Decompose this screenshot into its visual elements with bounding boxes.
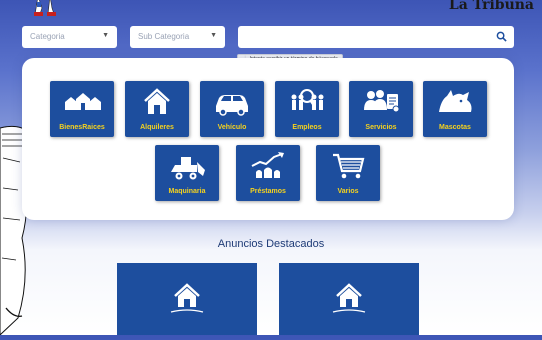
category-label: Servicios <box>365 124 397 131</box>
featured-card[interactable] <box>117 263 257 335</box>
service-people-icon <box>364 90 400 113</box>
category-label: BienesRaices <box>59 124 105 131</box>
money-chart-icon <box>251 152 284 178</box>
featured-heading: Anuncios Destacados <box>217 238 325 250</box>
search-icon[interactable] <box>496 31 507 42</box>
category-label: Alquileres <box>140 124 174 131</box>
featured-card[interactable] <box>279 263 419 335</box>
category-label: Vehículo <box>217 124 247 131</box>
subcategory-select[interactable]: Sub Categoria ▼ <box>130 26 225 48</box>
category-label: Varios <box>337 188 359 195</box>
search-input[interactable] <box>244 27 488 49</box>
search-box <box>238 26 514 49</box>
people-search-icon <box>291 89 324 110</box>
category-tile-vehiculo[interactable]: Vehículo <box>200 81 264 137</box>
house-icon <box>332 283 366 313</box>
car-icon <box>216 95 248 116</box>
category-label: Empleos <box>292 124 322 131</box>
category-tile-mascotas[interactable]: Mascotas <box>423 81 487 137</box>
houses-icon <box>65 93 101 110</box>
category-select[interactable]: Categoria ▼ <box>22 26 117 48</box>
house-icon <box>144 88 170 114</box>
category-tile-maquinaria[interactable]: Maquinaria <box>155 145 219 201</box>
chevron-down-icon: ▼ <box>102 32 109 39</box>
bulldozer-icon <box>171 157 205 180</box>
category-select-value: Categoria <box>30 32 65 41</box>
category-tile-servicios[interactable]: Servicios <box>349 81 413 137</box>
house-icon <box>170 283 204 313</box>
category-tile-varios[interactable]: Varios <box>316 145 380 201</box>
category-tile-alquileres[interactable]: Alquileres <box>125 81 189 137</box>
brand-logo[interactable]: La Tribuna <box>449 0 534 13</box>
subcategory-select-value: Sub Categoria <box>138 32 190 41</box>
category-tile-prestamos[interactable]: Préstamos <box>236 145 300 201</box>
category-label: Mascotas <box>439 124 471 131</box>
chevron-down-icon: ▼ <box>210 32 217 39</box>
category-tile-empleos[interactable]: Empleos <box>275 81 339 137</box>
category-label: Maquinaria <box>168 188 206 195</box>
category-label: Préstamos <box>250 188 286 195</box>
mascot-logo <box>32 0 64 18</box>
shopping-cart-icon <box>333 153 365 179</box>
category-tile-bienes-raices[interactable]: BienesRaices <box>50 81 114 137</box>
pets-icon <box>439 90 472 112</box>
